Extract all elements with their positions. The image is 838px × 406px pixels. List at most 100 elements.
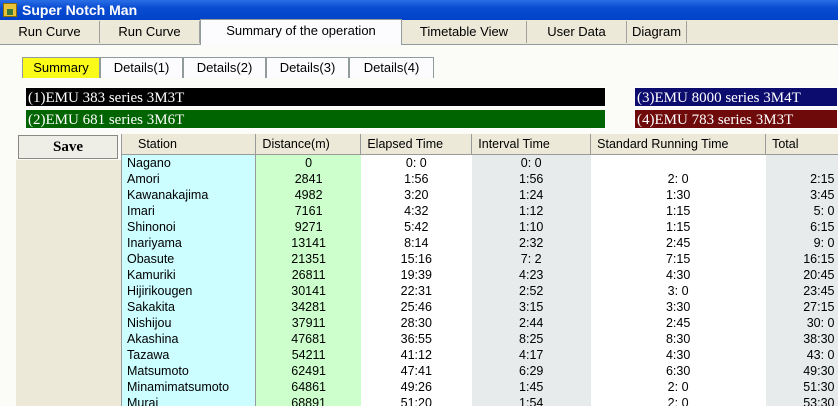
table-row[interactable]: Akashina 47681 36:55 8:25 8:30 38:30	[122, 331, 838, 347]
tab-diagram[interactable]: Diagram	[627, 21, 687, 43]
distance-cell: 0	[255, 154, 361, 171]
interval-cell: 0: 0	[471, 154, 591, 171]
total-cell: 16:15	[765, 251, 838, 267]
elapsed-cell: 36:55	[360, 331, 472, 347]
table-row[interactable]: Minamimatsumoto 64861 49:26 1:45 2: 0 51:30	[122, 379, 838, 395]
col-distance-header[interactable]: Distance(m)	[255, 134, 362, 155]
col-station-header[interactable]: Station	[122, 134, 257, 155]
interval-cell: 4:23	[471, 267, 591, 283]
table-row[interactable]: Nishijou 37911 28:30 2:44 2:45 30: 0	[122, 315, 838, 331]
col-elapsed-header[interactable]: Elapsed Time	[360, 134, 473, 155]
table-row[interactable]: Kamuriki 26811 19:39 4:23 4:30 20:45	[122, 267, 838, 283]
table-row[interactable]: Hijirikougen 30141 22:31 2:52 3: 0 23:45	[122, 283, 838, 299]
station-cell: Matsumoto	[122, 363, 257, 379]
elapsed-cell: 28:30	[360, 315, 472, 331]
table-row[interactable]: Imari 7161 4:32 1:12 1:15 5: 0	[122, 203, 838, 219]
station-cell: Akashina	[122, 331, 257, 347]
table-row[interactable]: Nagano 0 0: 0 0: 0	[122, 154, 838, 171]
train-1-bar[interactable]: (1)EMU 383 series 3M3T	[25, 87, 606, 107]
save-button[interactable]: Save	[18, 135, 118, 159]
total-cell: 9: 0	[765, 235, 838, 251]
train-3-bar[interactable]: (3)EMU 8000 series 3M4T	[634, 87, 838, 107]
station-cell: Nishijou	[122, 315, 257, 331]
station-cell: Imari	[122, 203, 257, 219]
summary-table[interactable]: Station Distance(m) Elapsed Time Interva…	[121, 134, 838, 406]
total-cell: 6:15	[765, 219, 838, 235]
table-row[interactable]: Tazawa 54211 41:12 4:17 4:30 43: 0	[122, 347, 838, 363]
tab-details-1[interactable]: Details(1)	[100, 57, 183, 78]
table-row[interactable]: Murai 68891 51:20 1:54 2: 0 53:30	[122, 395, 838, 406]
tab-summary[interactable]: Summary	[22, 57, 100, 78]
train-4-bar[interactable]: (4)EMU 783 series 3M3T	[634, 109, 838, 129]
interval-cell: 6:29	[471, 363, 591, 379]
standard-cell: 2: 0	[590, 395, 766, 406]
elapsed-cell: 19:39	[360, 267, 472, 283]
elapsed-cell: 4:32	[360, 203, 472, 219]
total-cell: 5: 0	[765, 203, 838, 219]
station-cell: Kamuriki	[122, 267, 257, 283]
table-row[interactable]: Obasute 21351 15:16 7: 2 7:15 16:15	[122, 251, 838, 267]
elapsed-cell: 47:41	[360, 363, 472, 379]
elapsed-cell: 15:16	[360, 251, 472, 267]
distance-cell: 7161	[255, 203, 361, 219]
col-standard-header[interactable]: Standard Running Time	[590, 134, 767, 155]
interval-cell: 1:45	[471, 379, 591, 395]
standard-cell: 3:30	[590, 299, 766, 315]
elapsed-cell: 8:14	[360, 235, 472, 251]
standard-cell: 4:30	[590, 347, 766, 363]
total-cell	[765, 154, 838, 171]
standard-cell: 2: 0	[590, 171, 766, 187]
elapsed-cell: 5:42	[360, 219, 472, 235]
station-cell: Sakakita	[122, 299, 257, 315]
elapsed-cell: 51:20	[360, 395, 472, 406]
total-cell: 20:45	[765, 267, 838, 283]
total-cell: 2:15	[765, 171, 838, 187]
standard-cell: 1:15	[590, 219, 766, 235]
standard-cell: 3: 0	[590, 283, 766, 299]
table-row[interactable]: Kawanakajima 4982 3:20 1:24 1:30 3:45	[122, 187, 838, 203]
interval-cell: 2:52	[471, 283, 591, 299]
tab-details-2[interactable]: Details(2)	[183, 57, 266, 78]
table-row[interactable]: Shinonoi 9271 5:42 1:10 1:15 6:15	[122, 219, 838, 235]
window-title: Super Notch Man	[22, 2, 138, 18]
standard-cell	[590, 154, 766, 171]
station-cell: Amori	[122, 171, 257, 187]
main-tab-bar: Run Curve Run Curve Summary of the opera…	[0, 19, 838, 45]
interval-cell: 1:24	[471, 187, 591, 203]
distance-cell: 26811	[255, 267, 361, 283]
interval-cell: 3:15	[471, 299, 591, 315]
tab-timetable-view[interactable]: Timetable View	[402, 21, 527, 43]
tab-details-3[interactable]: Details(3)	[266, 57, 349, 78]
tab-user-data[interactable]: User Data	[527, 21, 627, 43]
distance-cell: 2841	[255, 171, 361, 187]
table-row[interactable]: Amori 2841 1:56 1:56 2: 0 2:15	[122, 171, 838, 187]
tab-run-curve-2[interactable]: Run Curve	[100, 21, 200, 43]
elapsed-cell: 1:56	[360, 171, 472, 187]
distance-cell: 9271	[255, 219, 361, 235]
left-margin	[16, 160, 121, 406]
station-cell: Minamimatsumoto	[122, 379, 257, 395]
table-row[interactable]: Inariyama 13141 8:14 2:32 2:45 9: 0	[122, 235, 838, 251]
table-row[interactable]: Matsumoto 62491 47:41 6:29 6:30 49:30	[122, 363, 838, 379]
total-cell: 38:30	[765, 331, 838, 347]
distance-cell: 34281	[255, 299, 361, 315]
total-cell: 53:30	[765, 395, 838, 406]
tab-summary-of-operation[interactable]: Summary of the operation	[200, 19, 402, 45]
table-row[interactable]: Sakakita 34281 25:46 3:15 3:30 27:15	[122, 299, 838, 315]
distance-cell: 62491	[255, 363, 361, 379]
standard-cell: 1:15	[590, 203, 766, 219]
station-cell: Kawanakajima	[122, 187, 257, 203]
tab-run-curve-1[interactable]: Run Curve	[0, 21, 100, 43]
interval-cell: 1:10	[471, 219, 591, 235]
standard-cell: 1:30	[590, 187, 766, 203]
col-total-header[interactable]: Total	[765, 134, 838, 155]
tab-details-4[interactable]: Details(4)	[349, 57, 434, 78]
elapsed-cell: 22:31	[360, 283, 472, 299]
standard-cell: 2:45	[590, 235, 766, 251]
distance-cell: 4982	[255, 187, 361, 203]
train-2-bar[interactable]: (2)EMU 681 series 3M6T	[25, 109, 606, 129]
col-interval-header[interactable]: Interval Time	[471, 134, 592, 155]
standard-cell: 6:30	[590, 363, 766, 379]
table-body: Nagano 0 0: 0 0: 0 Amori 2841 1:56 1:56 2: 0 2:15…	[122, 154, 838, 406]
standard-cell: 7:15	[590, 251, 766, 267]
